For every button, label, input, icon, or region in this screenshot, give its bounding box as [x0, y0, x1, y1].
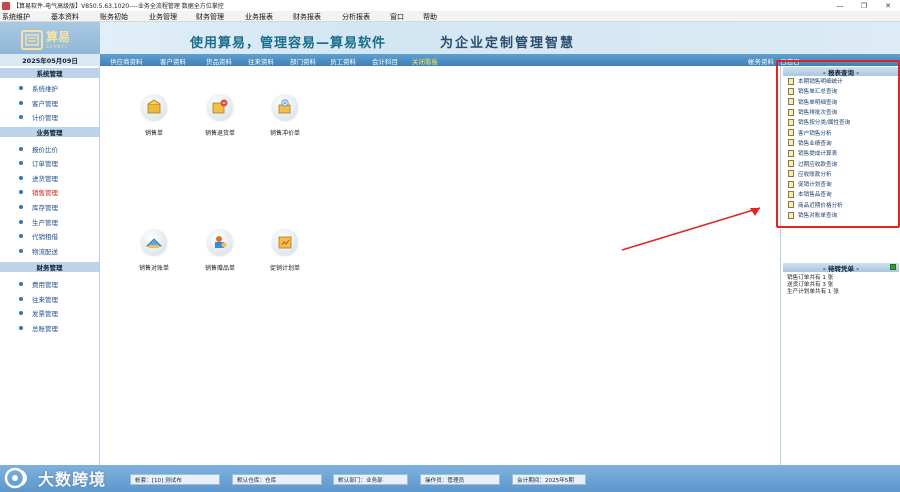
nav-close-dashboard[interactable]: 关闭看板: [412, 56, 438, 66]
watermark: 大数跨境: [4, 466, 106, 490]
sidebar-item-sales-management[interactable]: 销售管理: [19, 187, 58, 197]
bullet-icon: [19, 86, 23, 90]
menu-accounting-init[interactable]: 账务初始: [100, 12, 128, 22]
title-bar: 【算易软件-电气高级版】V850.5.63.1020----业务全流程管理 数据…: [0, 0, 900, 11]
annotation-arrow-icon: [621, 207, 761, 251]
bullet-icon: [19, 249, 23, 253]
bullet-icon: [19, 282, 23, 286]
banner-slogan-secondary: 为企业定制管理智慧: [440, 36, 576, 51]
banner-slogan: 使用算易，管理容易—算易软件: [190, 36, 387, 51]
watermark-text: 大数跨境: [38, 470, 107, 489]
menu-system-maintenance[interactable]: 系统维护: [2, 12, 30, 22]
nav-employee-data[interactable]: 员工资料: [330, 56, 356, 66]
nav-department-data[interactable]: 部门资料: [290, 56, 316, 66]
logo-subtitle: SUANYI: [46, 43, 67, 49]
menu-finance-reports[interactable]: 财务报表: [293, 12, 321, 22]
status-account: 帐套：[10] 测试布: [130, 474, 220, 485]
nav-accounting-subjects[interactable]: 会计科目: [372, 56, 398, 66]
current-date: 2025年05月09日: [0, 54, 100, 66]
bullet-icon: [19, 190, 23, 194]
bullet-icon: [19, 205, 23, 209]
sidebar-item-pricing-management[interactable]: 计价管理: [19, 112, 58, 122]
menu-finance-management[interactable]: 财务管理: [196, 12, 224, 22]
close-button[interactable]: ✕: [876, 0, 900, 11]
tile-sales-statement[interactable]: 销售对账单: [124, 229, 184, 279]
nav-contact-data[interactable]: 往来资料: [248, 56, 274, 66]
nav-customer-data[interactable]: 客户资料: [160, 56, 186, 66]
pending-item[interactable]: 生产计划单共有 1 张: [787, 287, 839, 295]
sidebar-item-production-management[interactable]: 生产管理: [19, 217, 58, 227]
quick-nav-bar: 2025年05月09日 供应商资料 客户资料 货品资料 往来资料 部门资料 员工…: [0, 54, 900, 66]
bullet-icon: [19, 115, 23, 119]
menu-bar: 系统维护 基本资料 账务初始 业务管理 财务管理 业务报表 财务报表 分析报表 …: [0, 11, 900, 22]
tile-sales-return[interactable]: 销售退货单: [190, 94, 250, 144]
sales-statement-icon: [141, 229, 167, 255]
bullet-icon: [19, 101, 23, 105]
bullet-icon: [19, 176, 23, 180]
sidebar-section-finance[interactable]: 财务管理: [0, 262, 99, 272]
maximize-button[interactable]: ❐: [852, 0, 876, 11]
bullet-icon: [19, 326, 23, 330]
sidebar-item-expense-management[interactable]: 费用管理: [19, 279, 58, 289]
logo-name: 算易: [46, 29, 71, 44]
status-warehouse: 默认仓库：仓库: [232, 474, 322, 485]
sales-adjust-icon: [272, 94, 298, 120]
tile-sales-order[interactable]: 销售单: [124, 94, 184, 144]
status-bar: 帐套：[10] 测试布 默认仓库：仓库 默认部门：业务部 操作员：管理员 会计期…: [0, 465, 900, 492]
brand-logo: 算易 SUANYI: [0, 22, 100, 57]
pending-panel-title: - 待转凭单 -: [783, 263, 899, 273]
sidebar-item-invoice-management[interactable]: 发票管理: [19, 308, 58, 318]
bullet-icon: [19, 161, 23, 165]
sidebar-item-inventory-management[interactable]: 库存管理: [19, 202, 58, 212]
bullet-icon: [19, 297, 23, 301]
sidebar-item-purchase-management[interactable]: 进货管理: [19, 173, 58, 183]
bullet-icon: [19, 311, 23, 315]
window-controls: — ❐ ✕: [828, 0, 900, 11]
menu-business-management[interactable]: 业务管理: [149, 12, 177, 22]
menu-business-reports[interactable]: 业务报表: [245, 12, 273, 22]
sidebar-section-business[interactable]: 业务管理: [0, 127, 99, 137]
sales-return-icon: [207, 94, 233, 120]
bullet-icon: [19, 147, 23, 151]
sales-gift-icon: [207, 229, 233, 255]
refresh-icon[interactable]: [890, 264, 896, 270]
app-icon: [2, 1, 10, 10]
promotion-plan-icon: [272, 229, 298, 255]
sidebar-item-customer-management[interactable]: 客户管理: [19, 98, 58, 108]
menu-basic-data[interactable]: 基本资料: [51, 12, 79, 22]
sidebar: 系统管理 系统维护 客户管理 计价管理 业务管理 报价比价 订单管理 进货管理 …: [0, 66, 100, 465]
sidebar-item-consignment-rental[interactable]: 代销租借: [19, 231, 58, 241]
minimize-button[interactable]: —: [828, 0, 852, 11]
menu-analysis-reports[interactable]: 分析报表: [342, 12, 370, 22]
sidebar-item-accounts-management[interactable]: 往来管理: [19, 294, 58, 304]
status-period: 会计期间：2025年5期: [512, 474, 586, 485]
nav-supplier-data[interactable]: 供应商资料: [110, 56, 143, 66]
sidebar-section-system[interactable]: 系统管理: [0, 68, 99, 78]
sidebar-item-logistics[interactable]: 物流配送: [19, 246, 58, 256]
sales-order-icon: [141, 94, 167, 120]
app-window: 【算易软件-电气高级版】V850.5.63.1020----业务全流程管理 数据…: [0, 0, 900, 492]
tile-sales-adjust[interactable]: 销售冲价单: [255, 94, 315, 144]
header-banner: 算易 SUANYI 使用算易，管理容易—算易软件 为企业定制管理智慧: [0, 22, 900, 57]
tile-sales-gift[interactable]: 销售赠品单: [190, 229, 250, 279]
status-department: 默认部门：业务部: [333, 474, 408, 485]
nav-goods-data[interactable]: 货品资料: [206, 56, 232, 66]
annotation-highlight-box: [776, 60, 900, 228]
main-workspace: 销售单 销售退货单 销售冲价单 销售对账单 销售赠品单 促销计划单: [100, 66, 780, 465]
logo-icon: [21, 29, 43, 50]
sidebar-item-system-maintenance[interactable]: 系统维护: [19, 83, 58, 93]
window-title: 【算易软件-电气高级版】V850.5.63.1020----业务全流程管理 数据…: [13, 3, 224, 10]
menu-help[interactable]: 帮助: [423, 12, 437, 22]
sidebar-item-quote-compare[interactable]: 报价比价: [19, 144, 58, 154]
sidebar-item-order-management[interactable]: 订单管理: [19, 158, 58, 168]
watermark-logo-icon: [4, 467, 27, 489]
tile-promotion-plan[interactable]: 促销计划单: [255, 229, 315, 279]
status-operator: 操作员：管理员: [420, 474, 500, 485]
bullet-icon: [19, 234, 23, 238]
sidebar-item-ledger-management[interactable]: 总账管理: [19, 323, 58, 333]
bullet-icon: [19, 220, 23, 224]
menu-window[interactable]: 窗口: [390, 12, 404, 22]
